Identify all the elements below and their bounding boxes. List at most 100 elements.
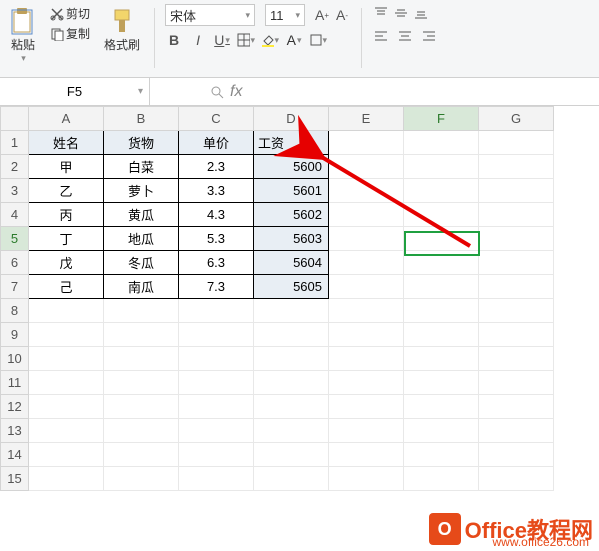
cut-button[interactable]: 剪切 (48, 4, 92, 23)
cell[interactable] (29, 467, 104, 491)
cell[interactable] (29, 299, 104, 323)
cell[interactable] (254, 347, 329, 371)
cell[interactable] (329, 371, 404, 395)
font-name-select[interactable]: 宋体▾ (165, 4, 255, 26)
cell[interactable] (29, 443, 104, 467)
column-header[interactable]: C (179, 107, 254, 131)
font-color-button[interactable]: A▾ (285, 31, 303, 49)
italic-button[interactable]: I (189, 31, 207, 49)
cell[interactable] (479, 179, 554, 203)
cell[interactable] (479, 131, 554, 155)
cell[interactable] (254, 395, 329, 419)
row-header[interactable]: 9 (1, 323, 29, 347)
cell[interactable]: 南瓜 (104, 275, 179, 299)
cell[interactable]: 7.3 (179, 275, 254, 299)
cell[interactable] (254, 371, 329, 395)
cell[interactable] (404, 371, 479, 395)
cell[interactable] (329, 347, 404, 371)
cell[interactable]: 5605 (254, 275, 329, 299)
cell[interactable] (479, 467, 554, 491)
cell[interactable]: 白菜 (104, 155, 179, 179)
cell[interactable] (329, 275, 404, 299)
cell[interactable] (254, 443, 329, 467)
cell[interactable] (404, 347, 479, 371)
cell[interactable] (329, 299, 404, 323)
decrease-font-button[interactable]: A- (333, 6, 351, 24)
cell[interactable] (104, 467, 179, 491)
increase-font-button[interactable]: A+ (313, 6, 331, 24)
cell[interactable]: 黄瓜 (104, 203, 179, 227)
column-header[interactable]: F (404, 107, 479, 131)
cell[interactable] (179, 443, 254, 467)
select-all-corner[interactable] (1, 107, 29, 131)
align-bottom-button[interactable] (412, 4, 430, 22)
cell[interactable] (29, 323, 104, 347)
borders-button[interactable]: ▾ (237, 31, 255, 49)
cell[interactable]: 甲 (29, 155, 104, 179)
cell[interactable] (479, 227, 554, 251)
align-center-button[interactable] (396, 27, 414, 45)
cell[interactable] (329, 395, 404, 419)
cell[interactable] (254, 299, 329, 323)
align-right-button[interactable] (420, 27, 438, 45)
copy-button[interactable]: 复制 (48, 24, 92, 43)
cell[interactable] (479, 347, 554, 371)
cell[interactable]: 2.3 (179, 155, 254, 179)
cell[interactable] (479, 299, 554, 323)
row-header[interactable]: 15 (1, 467, 29, 491)
row-header[interactable]: 10 (1, 347, 29, 371)
align-left-button[interactable] (372, 27, 390, 45)
cell[interactable]: 6.3 (179, 251, 254, 275)
cell[interactable]: 货物 (104, 131, 179, 155)
cell[interactable] (104, 347, 179, 371)
cell[interactable] (404, 299, 479, 323)
cell[interactable] (179, 467, 254, 491)
cell[interactable] (479, 395, 554, 419)
cell[interactable] (179, 323, 254, 347)
cell[interactable] (254, 323, 329, 347)
cell[interactable] (29, 395, 104, 419)
cell[interactable]: 己 (29, 275, 104, 299)
cell[interactable] (179, 371, 254, 395)
row-header[interactable]: 14 (1, 443, 29, 467)
column-header[interactable]: G (479, 107, 554, 131)
cell[interactable] (404, 467, 479, 491)
cell[interactable]: 姓名 (29, 131, 104, 155)
cell[interactable] (404, 323, 479, 347)
cell[interactable] (104, 395, 179, 419)
cell[interactable] (254, 419, 329, 443)
cell[interactable] (329, 323, 404, 347)
row-header[interactable]: 1 (1, 131, 29, 155)
cell[interactable] (179, 299, 254, 323)
spreadsheet-grid[interactable]: A B C D E F G 1 姓名 货物 单价 工资 2 甲 白菜 2.3 5… (0, 106, 599, 491)
align-middle-button[interactable] (392, 4, 410, 22)
row-header[interactable]: 4 (1, 203, 29, 227)
cell[interactable]: 单价 (179, 131, 254, 155)
align-top-button[interactable] (372, 4, 390, 22)
row-header[interactable]: 12 (1, 395, 29, 419)
cell[interactable] (479, 203, 554, 227)
font-size-select[interactable]: 11▾ (265, 4, 305, 26)
cell[interactable] (179, 395, 254, 419)
cell[interactable]: 4.3 (179, 203, 254, 227)
highlight-button[interactable]: ▾ (309, 31, 327, 49)
cell[interactable] (29, 371, 104, 395)
cell[interactable] (329, 467, 404, 491)
cell[interactable]: 丙 (29, 203, 104, 227)
cell[interactable] (29, 347, 104, 371)
cell[interactable] (104, 323, 179, 347)
row-header[interactable]: 7 (1, 275, 29, 299)
cell[interactable] (179, 347, 254, 371)
cell[interactable] (404, 419, 479, 443)
cell[interactable]: 萝卜 (104, 179, 179, 203)
row-header[interactable]: 8 (1, 299, 29, 323)
cell[interactable] (254, 467, 329, 491)
cell[interactable] (104, 419, 179, 443)
insert-function-button[interactable] (210, 85, 224, 99)
cell[interactable] (104, 371, 179, 395)
cell[interactable] (479, 371, 554, 395)
cell[interactable] (179, 419, 254, 443)
cell[interactable]: 5.3 (179, 227, 254, 251)
bold-button[interactable]: B (165, 31, 183, 49)
name-box[interactable]: F5 ▾ (0, 78, 150, 105)
